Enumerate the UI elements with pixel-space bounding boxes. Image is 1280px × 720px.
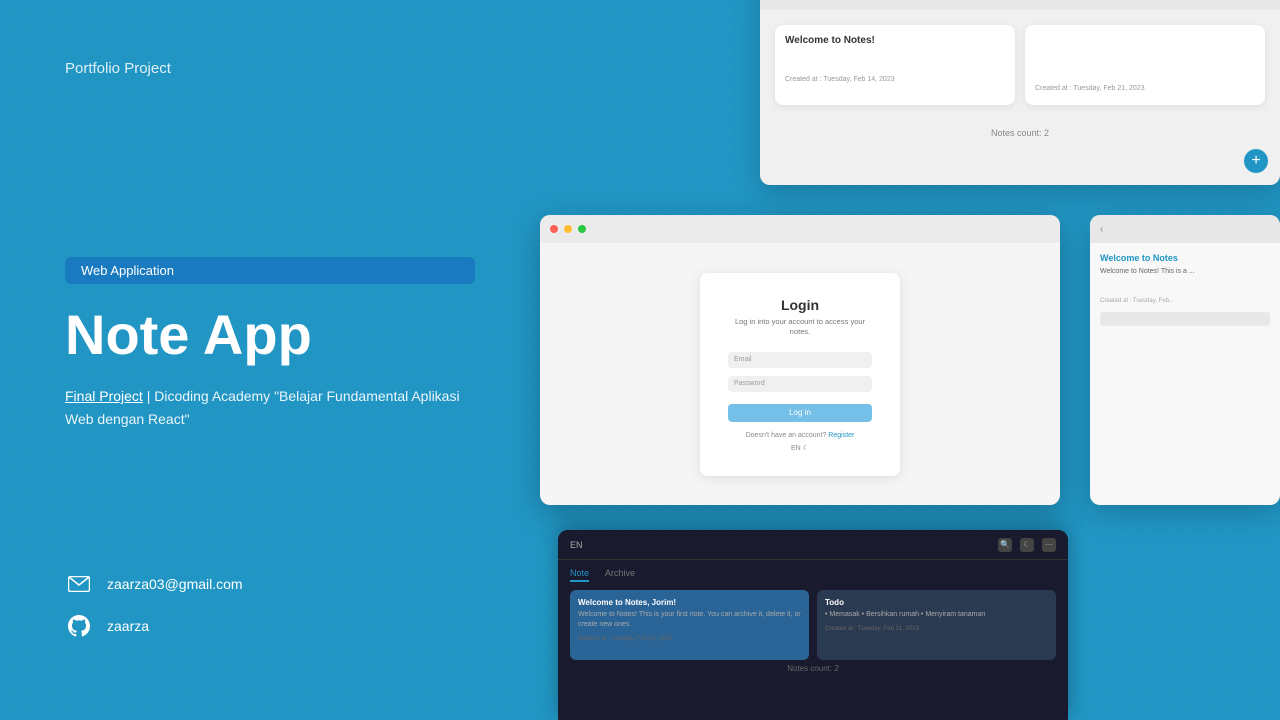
screenshots-area: Welcome to Notes! Created at : Tuesday, … <box>540 0 1280 720</box>
login-title: Login <box>728 297 872 313</box>
dark-note-body-1: Welcome to Notes! This is your first not… <box>578 610 801 630</box>
login-form-area: Login Log in into your account to access… <box>540 243 1060 505</box>
note-detail-content: Welcome to Notes Welcome to Notes! This … <box>1090 243 1280 336</box>
app-description: Final Project | Dicoding Academy "Belaja… <box>65 385 475 430</box>
note-detail-meta: Created at : Tuesday, Feb... <box>1100 298 1270 304</box>
left-panel: Portfolio Project Web Application Note A… <box>0 0 540 720</box>
dark-note-meta-1: Created at : Tuesday, Feb 14, 2023 <box>578 636 801 642</box>
detail-app-bar: ‹ <box>1090 215 1280 243</box>
register-text: Doesn't have an account? <box>746 432 827 439</box>
email-contact: zaarza03@gmail.com <box>65 570 475 598</box>
register-link[interactable]: Register <box>828 432 854 439</box>
app-title: Note App <box>65 304 475 366</box>
dark-notes-count: Notes count: 2 <box>558 660 1068 677</box>
note-meta-2: Created at : Tuesday, Feb 21, 2023 <box>1035 85 1255 92</box>
email-icon <box>65 570 93 598</box>
github-icon <box>65 612 93 640</box>
portfolio-label: Portfolio Project <box>65 60 475 77</box>
dark-note-title-1: Welcome to Notes, Jorim! <box>578 598 801 607</box>
github-value: zaarza <box>107 618 149 634</box>
main-content: Web Application Note App Final Project |… <box>65 77 475 570</box>
fab-button[interactable]: + <box>1244 149 1268 173</box>
login-lang: EN ☾ <box>728 444 872 452</box>
note-detail-input <box>1100 312 1270 326</box>
app-type-badge: Web Application <box>65 257 475 284</box>
screenshot-detail: ‹ Welcome to Notes Welcome to Notes! Thi… <box>1090 215 1280 505</box>
note-card-2: Created at : Tuesday, Feb 21, 2023 <box>1025 25 1265 105</box>
moon-icon: ☾ <box>803 445 809 452</box>
screenshot-top: Welcome to Notes! Created at : Tuesday, … <box>760 0 1280 185</box>
dot-yellow-2 <box>564 225 572 233</box>
screenshot-login: Login Log in into your account to access… <box>540 215 1060 505</box>
login-subtitle: Log in into your account to access your … <box>728 317 872 338</box>
login-app-bar <box>540 215 1060 243</box>
password-field[interactable]: Password <box>728 376 872 392</box>
login-button[interactable]: Log in <box>728 404 872 422</box>
note-title-1: Welcome to Notes! <box>785 35 1005 46</box>
dark-note-title-2: Todo <box>825 598 1048 607</box>
nav-home[interactable]: Note <box>570 568 589 582</box>
dark-note-body-2: • Memasak • Bersihkan rumah • Menyiram t… <box>825 610 1048 620</box>
email-value: zaarza03@gmail.com <box>107 576 243 592</box>
dark-note-meta-2: Created at : Tuesday, Feb 21, 2023 <box>825 626 1048 632</box>
password-label: Password <box>734 380 765 387</box>
login-footer: Doesn't have an account? Register <box>728 432 872 439</box>
dark-note-card-2: Todo • Memasak • Bersihkan rumah • Menyi… <box>817 590 1056 660</box>
chevron-left-icon: ‹ <box>1100 224 1103 235</box>
more-icon[interactable]: ⋯ <box>1042 538 1056 552</box>
dark-icons: 🔍 ☾ ⋯ <box>998 538 1056 552</box>
dark-app-bar: EN 🔍 ☾ ⋯ <box>558 530 1068 560</box>
screenshot-dark: EN 🔍 ☾ ⋯ Note Archive Welcome to Notes, … <box>558 530 1068 720</box>
note-detail-body: Welcome to Notes! This is a ... <box>1100 267 1270 278</box>
moon-icon[interactable]: ☾ <box>1020 538 1034 552</box>
note-meta-1: Created at : Tuesday, Feb 14, 2023 <box>785 76 1005 83</box>
final-project-link[interactable]: Final Project <box>65 388 143 404</box>
top-app-content: Welcome to Notes! Created at : Tuesday, … <box>760 10 1280 120</box>
note-detail-title: Welcome to Notes <box>1100 253 1270 263</box>
search-icon[interactable]: 🔍 <box>998 538 1012 552</box>
lang-label: EN <box>791 445 801 452</box>
contact-section: zaarza03@gmail.com zaarza <box>65 570 475 660</box>
login-card: Login Log in into your account to access… <box>700 273 900 476</box>
dark-nav: Note Archive <box>558 560 1068 590</box>
notes-count-top: Notes count: 2 <box>760 120 1280 146</box>
dot-green-2 <box>578 225 586 233</box>
email-field[interactable]: Email <box>728 352 872 368</box>
email-label: Email <box>734 356 752 363</box>
top-app-bar <box>760 0 1280 10</box>
dark-notes-grid: Welcome to Notes, Jorim! Welcome to Note… <box>558 590 1068 660</box>
dot-red-2 <box>550 225 558 233</box>
dark-lang: EN <box>570 540 583 550</box>
dark-note-card-1: Welcome to Notes, Jorim! Welcome to Note… <box>570 590 809 660</box>
github-contact: zaarza <box>65 612 475 640</box>
nav-archive[interactable]: Archive <box>605 568 635 582</box>
note-card-1: Welcome to Notes! Created at : Tuesday, … <box>775 25 1015 105</box>
